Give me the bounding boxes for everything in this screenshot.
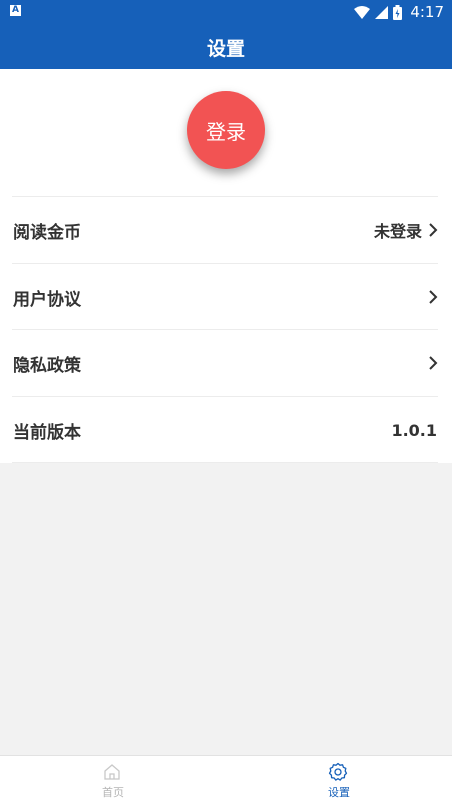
tab-label: 设置 [328, 786, 350, 799]
settings-icon [328, 762, 348, 781]
battery-icon [393, 4, 403, 20]
home-icon [104, 764, 120, 780]
chevron-right-icon [429, 223, 438, 237]
row-label: 当前版本 [13, 422, 81, 443]
app-header: A 4:17 设置 [0, 0, 452, 69]
tab-label: 首页 [102, 786, 124, 799]
settings-panel: 登录 阅读金币 未登录 用户协议 隐私政策 当前版本 1.0.1 [0, 69, 452, 463]
row-label: 用户协议 [13, 289, 81, 310]
chevron-right-icon [429, 290, 438, 304]
version-value: 1.0.1 [391, 420, 437, 440]
status-icons: 4:17 [354, 2, 444, 22]
chevron-right-icon [429, 356, 438, 370]
status-bar: A 4:17 [0, 0, 452, 24]
row-reading-coins[interactable]: 阅读金币 未登录 [0, 197, 452, 263]
tab-settings[interactable]: 设置 [226, 756, 452, 802]
signal-icon [375, 5, 389, 19]
row-privacy-policy[interactable]: 隐私政策 [0, 330, 452, 396]
row-current-version: 当前版本 1.0.1 [0, 397, 452, 463]
notification-a-icon: A [10, 5, 21, 16]
row-user-agreement[interactable]: 用户协议 [0, 264, 452, 330]
page-title: 设置 [206, 38, 245, 60]
wifi-icon [354, 5, 371, 19]
tab-home[interactable]: 首页 [0, 756, 226, 802]
login-status-value: 未登录 [373, 222, 422, 241]
divider [12, 462, 438, 463]
bottom-nav: 首页 设置 [0, 755, 452, 802]
row-label: 阅读金币 [13, 222, 81, 243]
login-button[interactable]: 登录 [187, 91, 265, 169]
row-label: 隐私政策 [13, 355, 81, 376]
status-time: 4:17 [410, 3, 444, 21]
